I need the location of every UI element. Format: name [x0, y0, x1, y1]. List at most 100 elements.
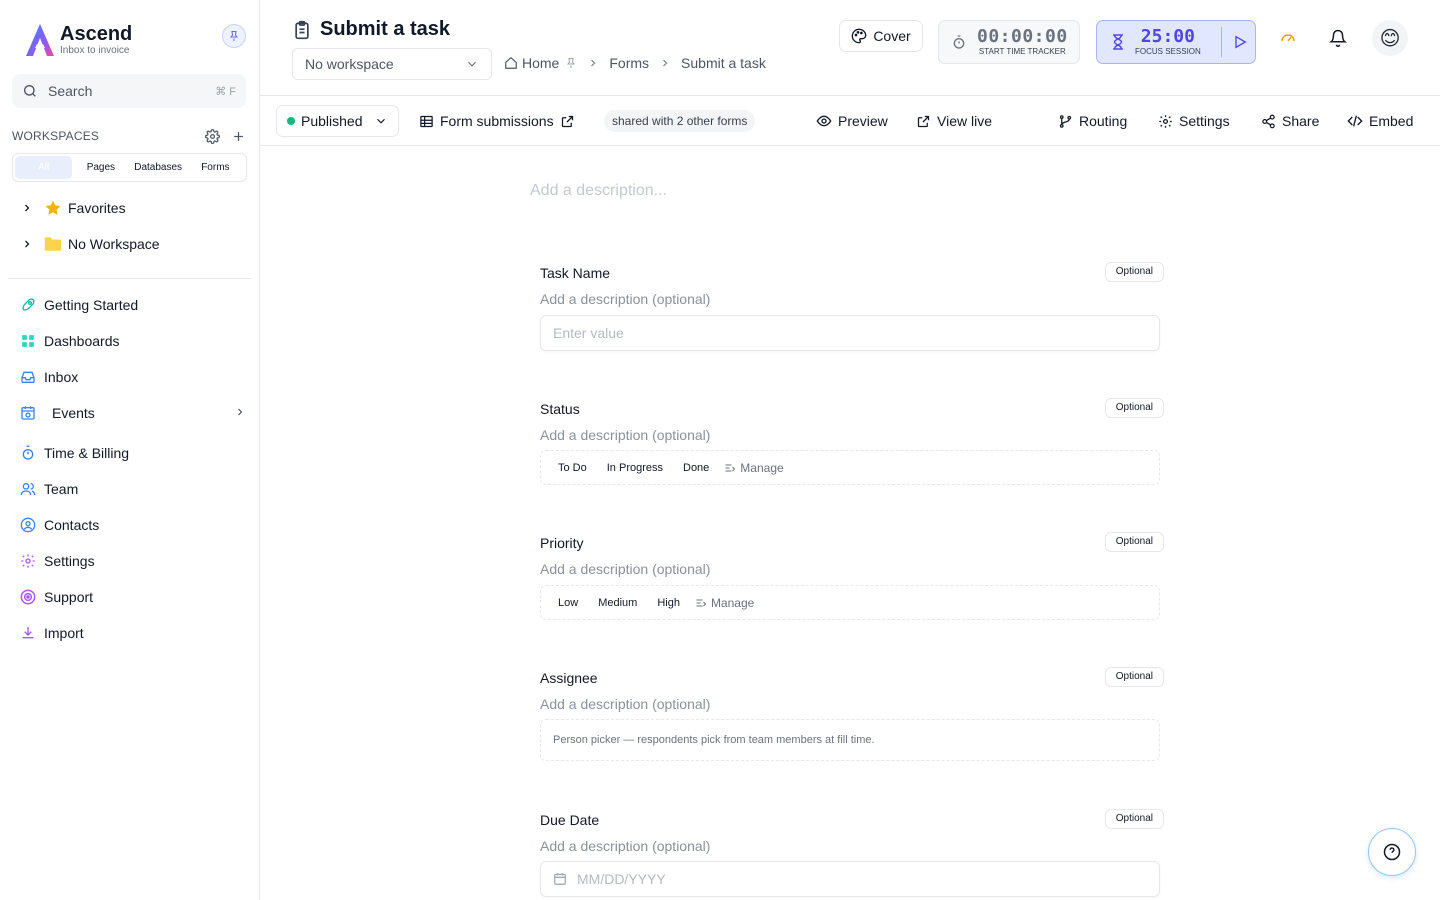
tree-item-label: No Workspace [68, 236, 160, 252]
status-label: Published [301, 113, 363, 129]
option-to-do[interactable]: To Do [553, 462, 592, 474]
sidebar-item-label: Inbox [44, 369, 79, 385]
task-name-input[interactable]: Enter value [540, 315, 1160, 351]
sidebar-item-getting-started[interactable]: Getting Started [20, 291, 246, 319]
shared-forms-badge[interactable]: shared with 2 other forms [604, 110, 756, 132]
option-high[interactable]: High [652, 597, 685, 609]
manage-label: Manage [710, 595, 755, 610]
avatar[interactable]: 😊 [1372, 20, 1408, 56]
pin-icon [230, 31, 238, 41]
share-button[interactable]: Share [1260, 112, 1319, 130]
sidebar-item-settings[interactable]: Settings [20, 547, 246, 575]
breadcrumb-home[interactable]: Home [504, 55, 577, 71]
sidebar-item-events[interactable]: Events [20, 399, 246, 427]
settings-button[interactable]: Settings [1157, 112, 1230, 130]
play-icon [1235, 35, 1247, 49]
chevron-right-icon[interactable] [20, 237, 34, 251]
field-description-input[interactable]: Add a description (optional) [540, 291, 710, 307]
sidebar-item-contacts[interactable]: Contacts [20, 511, 246, 539]
workspace-select[interactable]: No workspace [292, 48, 492, 80]
routing-button[interactable]: Routing [1057, 112, 1127, 130]
focus-session-widget[interactable]: 25:00 FOCUS SESSION [1096, 20, 1256, 64]
filter-tab-all[interactable]: All [15, 156, 73, 179]
option-in-progress[interactable]: In Progress [602, 462, 668, 474]
download-icon [20, 625, 36, 641]
sidebar-item-team[interactable]: Team [20, 475, 246, 503]
sidebar-item-import[interactable]: Import [20, 619, 246, 647]
preview-button[interactable]: Preview [816, 112, 888, 130]
star-icon [44, 199, 62, 217]
chevron-right-icon [587, 57, 599, 69]
field-label[interactable]: Due Date [540, 812, 599, 828]
status-dropdown[interactable]: Published [276, 105, 399, 137]
field-description-input[interactable]: Add a description (optional) [540, 561, 710, 577]
option-medium[interactable]: Medium [593, 597, 642, 609]
sidebar-item-support[interactable]: Support [20, 583, 246, 611]
folder-icon [44, 235, 62, 253]
code-icon [1347, 113, 1363, 129]
sidebar-item-inbox[interactable]: Inbox [20, 363, 246, 391]
optional-badge[interactable]: Optional [1104, 398, 1164, 418]
cover-button-label: Cover [873, 28, 911, 44]
cover-button[interactable]: Cover [839, 20, 923, 52]
chevron-right-icon[interactable] [20, 201, 34, 215]
focus-time: 25:00 [1140, 26, 1195, 47]
palette-icon [851, 28, 867, 44]
help-button[interactable] [1368, 828, 1416, 876]
tree-item-favorites[interactable]: Favorites [20, 196, 126, 220]
due-date-input[interactable]: MM/DD/YYYY [540, 861, 1160, 897]
search-input[interactable]: Search ⌘ F [12, 74, 246, 108]
gauge-button[interactable] [1276, 26, 1300, 50]
field-label[interactable]: Task Name [540, 265, 610, 281]
sidebar-item-dashboards[interactable]: Dashboards [20, 327, 246, 355]
optional-badge[interactable]: Optional [1104, 667, 1164, 687]
field-description-input[interactable]: Add a description (optional) [540, 696, 710, 712]
lifebuoy-icon [20, 589, 36, 605]
play-button[interactable] [1232, 34, 1248, 50]
breadcrumb-forms[interactable]: Forms [609, 55, 649, 71]
view-live-button[interactable]: View live [915, 112, 992, 130]
workspace-settings-button[interactable] [204, 128, 220, 144]
sidebar-item-label: Contacts [44, 517, 100, 533]
pin-icon[interactable] [565, 57, 577, 69]
filter-tab-pages[interactable]: Pages [72, 156, 129, 179]
sidebar-item-label: Getting Started [44, 297, 139, 313]
smiley-avatar-icon: 😊 [1379, 27, 1401, 50]
add-workspace-button[interactable] [230, 128, 246, 144]
option-done[interactable]: Done [678, 462, 714, 474]
time-tracker-button[interactable]: 00:00:00 START TIME TRACKER [938, 20, 1080, 64]
chevron-down-icon [468, 61, 476, 67]
list-edit-icon [696, 599, 707, 606]
brand[interactable]: Ascend Inbox to invoice [24, 22, 132, 58]
field-label[interactable]: Status [540, 401, 580, 417]
option-low[interactable]: Low [553, 597, 583, 609]
field-description-input[interactable]: Add a description (optional) [540, 427, 710, 443]
form-submissions-link[interactable]: Form submissions [418, 112, 582, 130]
embed-label: Embed [1369, 113, 1414, 129]
hourglass-icon [1113, 34, 1123, 50]
manage-options-button[interactable]: Manage [695, 596, 754, 610]
external-link-icon [560, 113, 576, 129]
optional-badge[interactable]: Optional [1104, 809, 1164, 829]
notifications-button[interactable] [1326, 26, 1350, 50]
field-label[interactable]: Priority [540, 535, 584, 551]
filter-tab-databases[interactable]: Databases [130, 156, 187, 179]
sidebar-item-time-billing[interactable]: Time & Billing [20, 439, 246, 467]
external-link-icon [915, 113, 931, 129]
filter-tab-forms[interactable]: Forms [187, 156, 244, 179]
chevron-right-icon [659, 57, 671, 69]
form-description-input[interactable]: Add a description... [530, 182, 667, 200]
breadcrumb: Home Forms Submit a task [504, 55, 766, 71]
field-description-input[interactable]: Add a description (optional) [540, 838, 710, 854]
pin-sidebar-button[interactable] [222, 24, 246, 48]
sidebar-item-label: Team [44, 481, 79, 497]
tree-item-no-workspace[interactable]: No Workspace [20, 232, 160, 256]
manage-options-button[interactable]: Manage [724, 461, 784, 475]
optional-badge[interactable]: Optional [1104, 532, 1164, 552]
gauge-icon [1281, 34, 1295, 42]
chevron-right-icon[interactable] [234, 405, 246, 421]
embed-button[interactable]: Embed [1347, 112, 1413, 130]
optional-badge[interactable]: Optional [1104, 262, 1164, 282]
stopwatch-icon [953, 35, 965, 49]
field-label[interactable]: Assignee [540, 670, 598, 686]
